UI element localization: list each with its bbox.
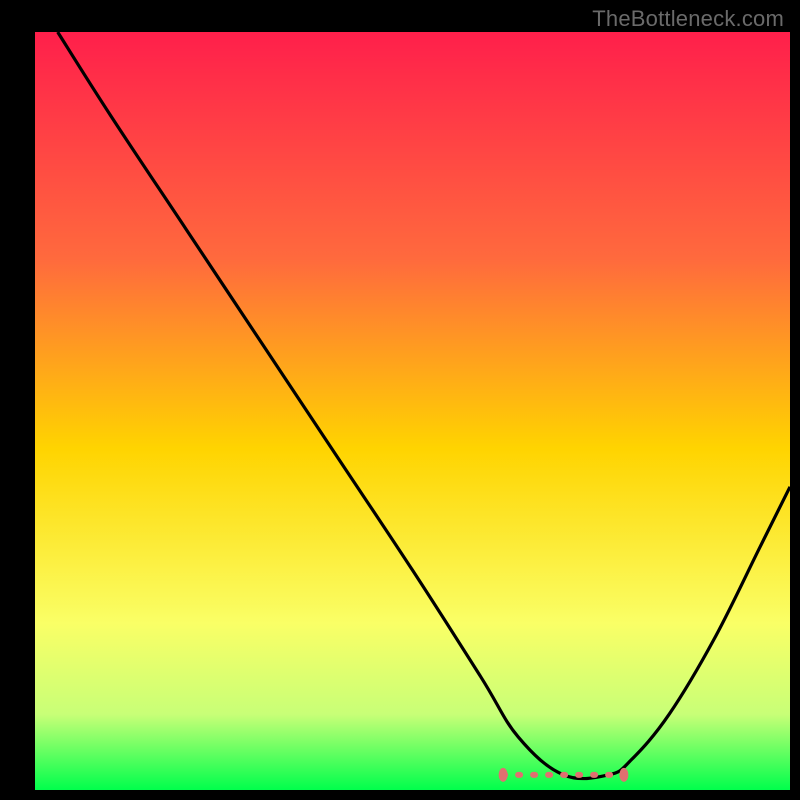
chart-frame: TheBottleneck.com bbox=[0, 0, 800, 800]
bottleneck-chart bbox=[0, 0, 800, 800]
plot-background bbox=[35, 32, 790, 790]
watermark-text: TheBottleneck.com bbox=[592, 6, 784, 32]
